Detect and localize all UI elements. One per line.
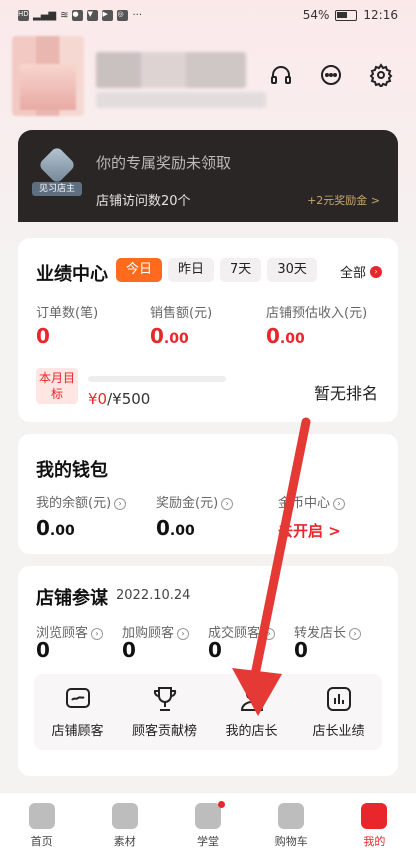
tool-my-managers[interactable]: 我的店长 <box>208 674 295 750</box>
nav-home[interactable]: 首页 <box>0 793 83 857</box>
status-bar: HD ▂▄▆ ≋ ● ▼ ▶ ◎ ··· 54% 12:16 <box>0 0 416 30</box>
wallet-title: 我的钱包 <box>36 460 108 481</box>
avatar[interactable] <box>12 36 84 116</box>
battery-percent: 54% <box>302 8 330 22</box>
chevron-right-icon: › <box>114 497 127 510</box>
chevron-right-icon: › <box>177 627 190 640</box>
target-amount: ¥0/¥500 <box>88 390 151 408</box>
chevron-right-icon: › <box>333 497 346 510</box>
rank-text: 暂无排名 <box>313 384 378 403</box>
reward-subtitle: 店铺访问数20个 <box>96 194 191 209</box>
message-icon[interactable] <box>316 60 346 90</box>
user-info-blurred <box>96 92 266 108</box>
profile-icon <box>361 803 388 829</box>
chart-icon <box>326 687 351 711</box>
all-link[interactable]: 全部 › <box>340 262 382 281</box>
hd-icon: HD <box>18 9 29 21</box>
manager-icon <box>240 688 263 711</box>
stat-value-income: 0.00 <box>266 324 305 348</box>
coin-center-action[interactable]: 去开启 > <box>278 520 341 541</box>
advisor-stat-share-value: 0 <box>294 638 308 662</box>
coin-center-label[interactable]: 金币中心 › <box>278 492 346 511</box>
diamond-icon <box>37 145 77 185</box>
tab-30days[interactable]: 30天 <box>267 258 317 282</box>
nav-label: 素材 <box>113 835 136 848</box>
stat-label-sales: 销售额(元) <box>150 306 213 321</box>
nav-profile[interactable]: 我的 <box>333 793 416 857</box>
gear-icon[interactable] <box>366 60 396 90</box>
signal-icon: ▂▄▆ <box>33 9 57 21</box>
stat-label-income: 店铺预估收入(元) <box>266 306 368 321</box>
wallet-reward-value: 0.00 <box>156 516 195 540</box>
chevron-right-icon: › <box>221 497 234 510</box>
reward-banner[interactable]: 见习店主 你的专属奖励未领取 店铺访问数20个 +2元奖励金 > <box>18 130 398 222</box>
customer-icon <box>65 688 90 708</box>
status-icons: HD ▂▄▆ ≋ ● ▼ ▶ ◎ ··· <box>18 9 143 21</box>
stat-value-sales: 0.00 <box>150 324 189 348</box>
more-dots-icon: ··· <box>132 9 143 21</box>
tool-manager-performance[interactable]: 店长业绩 <box>295 674 382 750</box>
school-icon <box>195 803 221 829</box>
nav-material[interactable]: 素材 <box>83 793 166 857</box>
wallet-reward-label[interactable]: 奖励金(元) › <box>156 492 234 511</box>
home-icon <box>28 803 55 829</box>
tool-label: 顾客贡献榜 <box>131 724 197 739</box>
advisor-stat-deal-value: 0 <box>208 638 222 662</box>
nav-label: 我的 <box>363 835 386 848</box>
store-advisor-date: 2022.10.24 <box>116 588 191 603</box>
tool-label: 店长业绩 <box>312 724 365 739</box>
wallet-balance-value: 0.00 <box>36 516 75 540</box>
stat-label-orders: 订单数(笔) <box>36 306 99 321</box>
tool-contribution-rank[interactable]: 顾客贡献榜 <box>121 674 208 750</box>
clock: 12:16 <box>363 8 398 22</box>
wallet-balance-label[interactable]: 我的余额(元) › <box>36 492 127 511</box>
performance-card: 业绩中心 今日 昨日 7天 30天 全部 › 订单数(笔) 销售额(元) 店铺预… <box>18 238 398 422</box>
advisor-tools: 店铺顾客 顾客贡献榜 我的店长 店长业绩 <box>34 674 382 750</box>
battery-icon <box>335 9 358 21</box>
nav-label: 首页 <box>30 835 53 848</box>
nav-cart[interactable]: 购物车 <box>250 793 333 857</box>
date-tabs: 今日 昨日 7天 30天 <box>116 258 317 282</box>
notification-dot <box>218 801 225 808</box>
chevron-right-icon: › <box>91 627 104 640</box>
chevron-right-icon: › <box>370 265 382 278</box>
wifi-icon: ≋ <box>60 9 69 21</box>
month-target-tag: 本月目标 <box>36 368 78 404</box>
tab-today[interactable]: 今日 <box>116 258 163 282</box>
shield-icon: ▼ <box>87 9 99 21</box>
wallet-card: 我的钱包 我的余额(元) › 奖励金(元) › 金币中心 › 0.00 0.00 去开… <box>18 434 398 554</box>
nav-school[interactable]: 学堂 <box>166 793 249 857</box>
tool-label: 店铺顾客 <box>51 724 104 739</box>
store-advisor-title: 店铺参谋 <box>36 588 108 609</box>
chevron-right-icon: › <box>349 627 362 640</box>
all-label: 全部 <box>339 266 366 281</box>
target-progress-bar <box>88 376 226 382</box>
level-badge: 见习店主 <box>32 145 82 196</box>
app3-icon: ◎ <box>117 9 129 21</box>
chevron-right-icon: › <box>263 627 276 640</box>
tool-label: 我的店长 <box>225 724 278 739</box>
level-badge-label: 见习店主 <box>32 182 82 196</box>
nav-label: 购物车 <box>274 835 308 848</box>
tool-store-customers[interactable]: 店铺顾客 <box>34 674 121 750</box>
app-icon: ● <box>72 9 84 21</box>
reward-title: 你的专属奖励未领取 <box>96 154 232 172</box>
performance-title: 业绩中心 <box>36 264 108 285</box>
cart-icon <box>278 803 305 829</box>
user-name-blurred <box>96 52 246 88</box>
stat-value-orders: 0 <box>36 324 50 348</box>
advisor-stat-browse-value: 0 <box>36 638 50 662</box>
headset-icon[interactable] <box>266 60 296 90</box>
tab-7days[interactable]: 7天 <box>220 258 262 282</box>
trophy-icon <box>153 687 176 711</box>
bottom-nav: 首页 素材 学堂 购物车 我的 <box>0 792 416 857</box>
app2-icon: ▶ <box>102 9 114 21</box>
tab-yesterday[interactable]: 昨日 <box>168 258 215 282</box>
store-advisor-card: 店铺参谋 2022.10.24 浏览顾客 › 加购顾客 › 成交顾客 › 转发店长 › … <box>18 566 398 776</box>
advisor-stat-cart-value: 0 <box>122 638 136 662</box>
nav-label: 学堂 <box>197 835 219 848</box>
reward-right-text: +2元奖励金 > <box>307 194 380 207</box>
material-icon <box>111 803 138 829</box>
